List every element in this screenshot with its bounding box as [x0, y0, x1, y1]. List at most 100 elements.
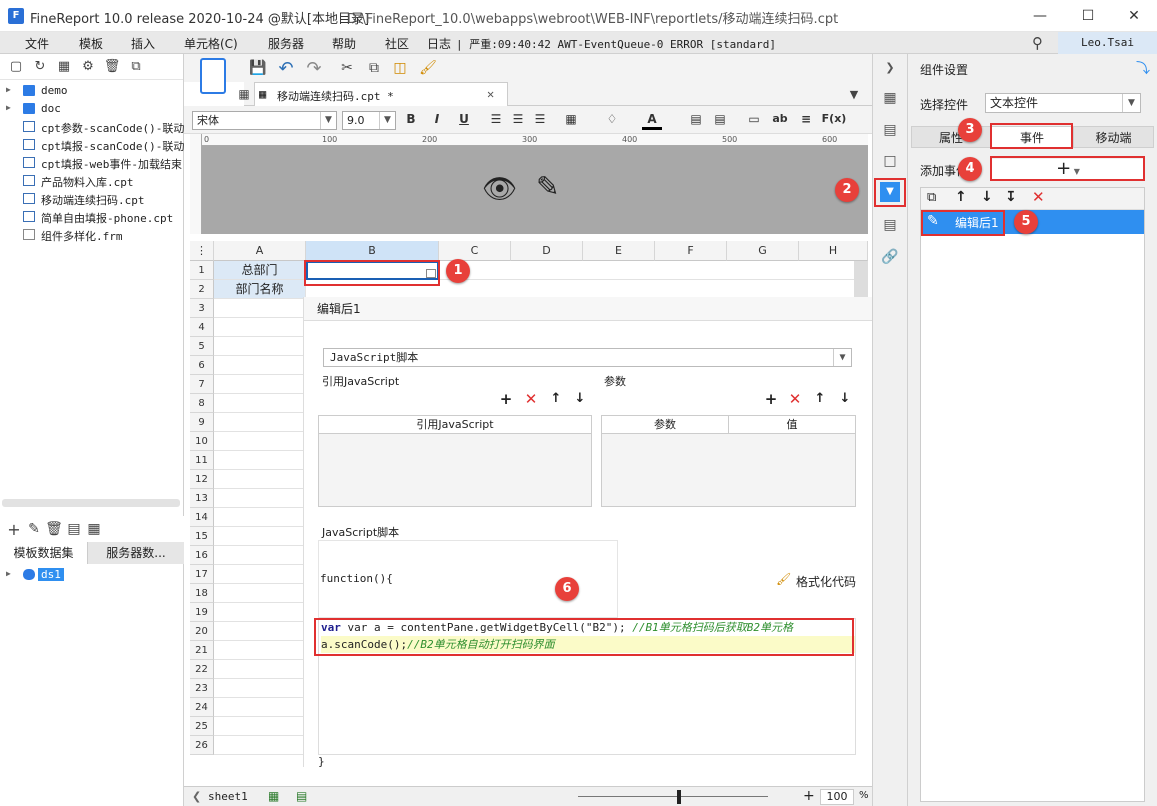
- paste-icon[interactable]: ◫: [390, 58, 410, 78]
- add-dataset-icon[interactable]: +: [4, 519, 24, 539]
- sheet-tab[interactable]: sheet1: [196, 790, 248, 803]
- move-up-icon[interactable]: ↑: [547, 390, 565, 408]
- format-code-icon[interactable]: 🖌: [776, 572, 791, 586]
- settings-icon[interactable]: ⚙: [76, 57, 100, 77]
- cell-a18[interactable]: [214, 584, 306, 603]
- tab-template-dataset[interactable]: 模板数据集: [0, 542, 88, 564]
- border-icon[interactable]: ▦: [561, 112, 581, 130]
- row-header[interactable]: 2: [190, 280, 214, 299]
- dataset-item[interactable]: ▶ ds1: [0, 566, 184, 584]
- format-painter-icon[interactable]: 🖌: [418, 58, 438, 78]
- copy-icon[interactable]: ⧉: [124, 57, 148, 77]
- cell-a12[interactable]: [214, 470, 306, 489]
- preview-icon[interactable]: ▤: [64, 519, 84, 539]
- cell-a4[interactable]: [214, 318, 306, 337]
- cell-element-icon[interactable]: ▤: [880, 120, 900, 140]
- formula-button[interactable]: F(x): [820, 112, 848, 130]
- move-up-icon[interactable]: ↑: [955, 189, 967, 205]
- cell-a26[interactable]: [214, 736, 306, 755]
- align-left-icon[interactable]: ☰: [486, 112, 506, 130]
- selected-cell-b1[interactable]: [306, 261, 439, 280]
- cell-a21[interactable]: [214, 641, 306, 660]
- report-type-icon[interactable]: [200, 58, 226, 94]
- cell-a5[interactable]: [214, 337, 306, 356]
- row-header[interactable]: 20: [190, 622, 214, 641]
- move-up-icon[interactable]: ↑: [811, 390, 829, 408]
- row-header[interactable]: 25: [190, 717, 214, 736]
- row-header[interactable]: 24: [190, 698, 214, 717]
- fill-color-icon[interactable]: ♢: [602, 112, 622, 130]
- italic-button[interactable]: I: [427, 112, 447, 130]
- row-header[interactable]: 5: [190, 337, 214, 356]
- code-editor[interactable]: var var a = contentPane.getWidgetByCell(…: [318, 618, 856, 755]
- widget-type-select[interactable]: 文本控件 ▼: [985, 93, 1141, 113]
- menu-community[interactable]: 社区: [385, 35, 409, 52]
- edit-icon[interactable]: ✎: [24, 519, 44, 539]
- form-canvas[interactable]: 👁 ✎: [190, 146, 868, 234]
- add-param-icon[interactable]: +: [762, 390, 780, 408]
- menu-file[interactable]: 文件: [25, 35, 49, 52]
- close-tab-icon[interactable]: ✕: [487, 87, 494, 101]
- menu-log[interactable]: 日志: [427, 35, 451, 52]
- horizontal-scrollbar[interactable]: [2, 499, 180, 507]
- row-header[interactable]: 6: [190, 356, 214, 375]
- row-header[interactable]: 16: [190, 546, 214, 565]
- cell-a1[interactable]: 总部门: [214, 261, 306, 280]
- event-type-select[interactable]: JavaScript脚本 ▼: [323, 348, 852, 367]
- menu-help[interactable]: 帮助: [332, 35, 356, 52]
- row-header[interactable]: 14: [190, 508, 214, 527]
- row-header[interactable]: 23: [190, 679, 214, 698]
- column-header[interactable]: F: [655, 241, 727, 261]
- edit-pencil-icon[interactable]: ✎: [536, 170, 559, 203]
- delete-param-icon[interactable]: ✕: [786, 390, 804, 408]
- column-header[interactable]: E: [583, 241, 655, 261]
- column-header[interactable]: G: [727, 241, 799, 261]
- font-family-select[interactable]: 宋体 ▼: [192, 111, 337, 130]
- row-header[interactable]: 19: [190, 603, 214, 622]
- cell-a15[interactable]: [214, 527, 306, 546]
- zoom-slider-thumb[interactable]: [677, 790, 681, 804]
- redo-icon[interactable]: ↷: [304, 58, 324, 79]
- collapse-icon[interactable]: ❯: [880, 58, 900, 78]
- cell-a20[interactable]: [214, 622, 306, 641]
- zoom-input[interactable]: 100: [820, 789, 854, 805]
- tree-item-file[interactable]: cpt填报-web事件-加载结束: [0, 154, 184, 172]
- menu-cell[interactable]: 单元格(C): [184, 35, 238, 52]
- cell-a3[interactable]: [214, 299, 306, 318]
- add-event-button[interactable]: + ▼: [992, 159, 1144, 181]
- tab-menu-icon[interactable]: ▼: [844, 84, 864, 104]
- add-ref-js-icon[interactable]: +: [497, 390, 515, 408]
- cell-a8[interactable]: [214, 394, 306, 413]
- tree-item-file[interactable]: cpt填报-scanCode()-联动: [0, 136, 184, 154]
- cut-icon[interactable]: ✂: [337, 58, 357, 78]
- tree-item-file[interactable]: 移动端连续扫码.cpt: [0, 190, 184, 208]
- cell-attr-icon[interactable]: ▦: [880, 88, 900, 108]
- cell-a2[interactable]: 部门名称: [214, 280, 306, 299]
- row-header[interactable]: 9: [190, 413, 214, 432]
- row-header[interactable]: 21: [190, 641, 214, 660]
- zoom-slider[interactable]: [578, 796, 768, 797]
- expand-arrow-icon[interactable]: ▶: [6, 85, 11, 94]
- cell-a24[interactable]: [214, 698, 306, 717]
- row-header[interactable]: 12: [190, 470, 214, 489]
- hyperlink-icon[interactable]: 🔗: [880, 247, 900, 267]
- align-center-icon[interactable]: ☰: [508, 112, 528, 130]
- row-header[interactable]: 15: [190, 527, 214, 546]
- row-header[interactable]: 4: [190, 318, 214, 337]
- cell-a10[interactable]: [214, 432, 306, 451]
- widget-settings-icon[interactable]: ▼: [880, 182, 900, 202]
- close-button[interactable]: ✕: [1112, 4, 1156, 28]
- tab-server-dataset[interactable]: 服务器数...: [88, 542, 184, 564]
- delete-icon[interactable]: 🗑: [44, 519, 64, 539]
- cell-a14[interactable]: [214, 508, 306, 527]
- grid-view-icon[interactable]: ▦: [234, 84, 254, 104]
- cell-a7[interactable]: [214, 375, 306, 394]
- refresh-icon[interactable]: ↻: [28, 57, 52, 77]
- menu-template[interactable]: 模板: [79, 35, 103, 52]
- row-header[interactable]: 22: [190, 660, 214, 679]
- copy-icon[interactable]: ⧉: [364, 58, 384, 78]
- tree-item-file[interactable]: 组件多样化.frm: [0, 226, 184, 244]
- cell-a23[interactable]: [214, 679, 306, 698]
- paragraph-icon[interactable]: ≡: [796, 112, 816, 130]
- tab-mobile[interactable]: 移动端: [1073, 126, 1154, 148]
